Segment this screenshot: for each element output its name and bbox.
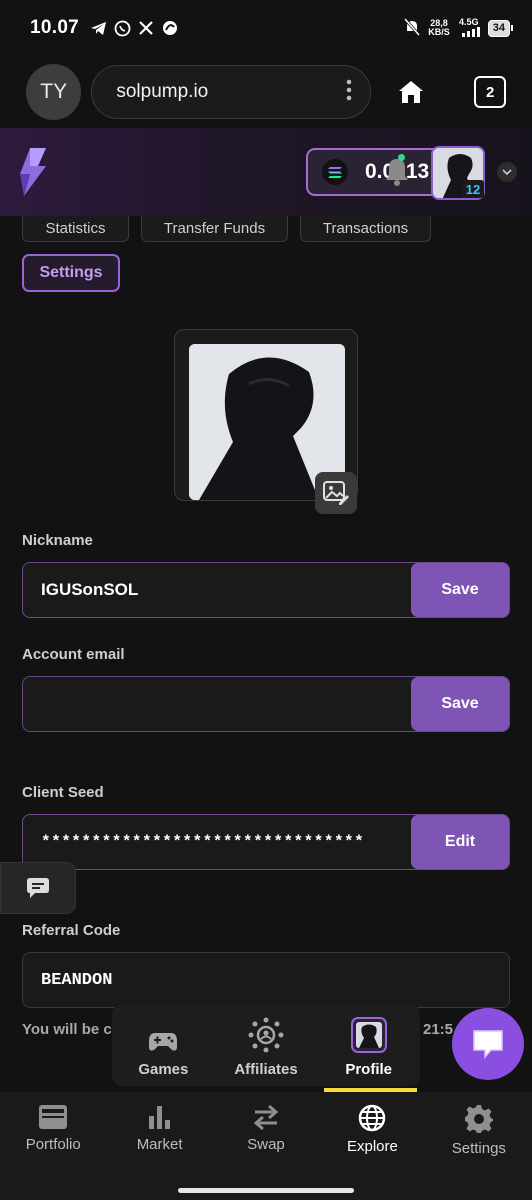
chat-icon: [27, 878, 49, 898]
site-nav-affiliates[interactable]: Affiliates: [215, 1004, 318, 1086]
profile-avatar-frame: [174, 329, 358, 514]
level-badge: 12: [462, 180, 484, 198]
site-nav-games[interactable]: Games: [112, 1004, 215, 1086]
swirl-icon: [161, 19, 179, 37]
mute-icon: [404, 18, 421, 38]
account-menu-chevron-icon[interactable]: [497, 162, 517, 182]
tab-transfer-funds[interactable]: Transfer Funds: [141, 216, 288, 242]
browser-toolbar: TY solpump.io 2: [0, 56, 532, 128]
referral-code-field: [22, 952, 510, 1008]
client-seed-label: Client Seed: [22, 784, 104, 801]
signal-indicator: 4.5G: [458, 17, 480, 39]
email-input[interactable]: [23, 677, 411, 731]
gamepad-icon: [149, 1033, 178, 1051]
solpump-logo[interactable]: [16, 146, 52, 198]
save-email-button[interactable]: Save: [411, 677, 509, 731]
status-system-icons: 28,8 KB/S 4.5G 34: [404, 17, 514, 39]
app-nav-market-label: Market: [136, 1136, 183, 1153]
site-nav-affiliates-label: Affiliates: [234, 1061, 298, 1078]
client-seed-value: ********************************: [41, 833, 365, 851]
gear-icon: [464, 1105, 493, 1133]
image-edit-icon: [323, 481, 349, 505]
save-nickname-button[interactable]: Save: [411, 563, 509, 617]
email-label: Account email: [22, 646, 125, 663]
wallet-icon: [39, 1105, 68, 1129]
referral-code-input[interactable]: [23, 953, 509, 1007]
site-nav-profile-label: Profile: [345, 1061, 393, 1078]
tab-transactions[interactable]: Transactions: [300, 216, 431, 242]
app-nav-explore-label: Explore: [346, 1138, 398, 1155]
referral-note-time: 21:5: [423, 1021, 454, 1038]
url-text: solpump.io: [116, 81, 209, 102]
whatsapp-icon: [113, 19, 131, 37]
app-nav-swap[interactable]: Swap: [213, 1092, 319, 1180]
net-speed: 28,8 KB/S: [428, 18, 450, 37]
site-bottom-nav: Games Affiliates Profile: [112, 1004, 420, 1086]
app-nav-portfolio-label: Portfolio: [25, 1136, 81, 1153]
telegram-icon: [89, 19, 107, 37]
change-avatar-button[interactable]: [315, 472, 357, 514]
nickname-input[interactable]: [23, 563, 411, 617]
support-chat-button[interactable]: [452, 1008, 524, 1080]
status-bar: 10.07 28,8 KB/S 4.5G 34: [0, 0, 532, 56]
nickname-field: Save: [22, 562, 510, 618]
site-nav-profile[interactable]: Profile: [317, 1004, 420, 1086]
app-nav-settings-label: Settings: [451, 1140, 506, 1157]
referral-note-text: You will be c: [22, 1021, 112, 1038]
battery-indicator: 34: [487, 19, 514, 37]
nickname-label: Nickname: [22, 532, 93, 549]
app-nav-market[interactable]: Market: [106, 1092, 212, 1180]
affiliates-icon: [248, 1017, 284, 1053]
tab-settings[interactable]: Settings: [22, 254, 120, 292]
tab-statistics[interactable]: Statistics: [22, 216, 129, 242]
client-seed-field: ******************************** Edit: [22, 814, 510, 870]
globe-icon: [359, 1104, 386, 1132]
more-options-icon[interactable]: [346, 79, 352, 106]
edit-seed-button[interactable]: Edit: [411, 815, 509, 869]
gesture-handle[interactable]: [178, 1188, 354, 1193]
bar-chart-icon: [148, 1106, 170, 1129]
app-bottom-nav: Portfolio Market Swap Explore Settings: [0, 1092, 532, 1180]
notification-bell-icon[interactable]: [384, 156, 410, 186]
app-nav-swap-label: Swap: [247, 1136, 285, 1153]
app-nav-explore[interactable]: Explore: [319, 1092, 425, 1180]
browser-profile-button[interactable]: TY: [26, 64, 82, 120]
tab-switcher-button[interactable]: 2: [474, 76, 506, 108]
status-time: 10.07: [30, 17, 80, 38]
app-nav-portfolio[interactable]: Portfolio: [0, 1092, 106, 1180]
x-icon: [137, 19, 155, 37]
profile-avatar: [350, 1017, 387, 1053]
status-notification-icons: [89, 19, 179, 37]
address-bar[interactable]: solpump.io: [91, 65, 371, 119]
solana-coin-icon: [322, 159, 348, 185]
home-icon: [399, 81, 424, 103]
email-field: Save: [22, 676, 510, 732]
site-nav-games-label: Games: [138, 1061, 189, 1078]
swap-icon: [253, 1104, 279, 1130]
chat-toggle-button[interactable]: [0, 862, 76, 914]
notification-dot: [398, 154, 405, 161]
message-icon: [473, 1030, 503, 1060]
home-button[interactable]: [397, 77, 427, 107]
referral-code-label: Referral Code: [22, 922, 121, 939]
app-nav-settings[interactable]: Settings: [426, 1092, 532, 1180]
